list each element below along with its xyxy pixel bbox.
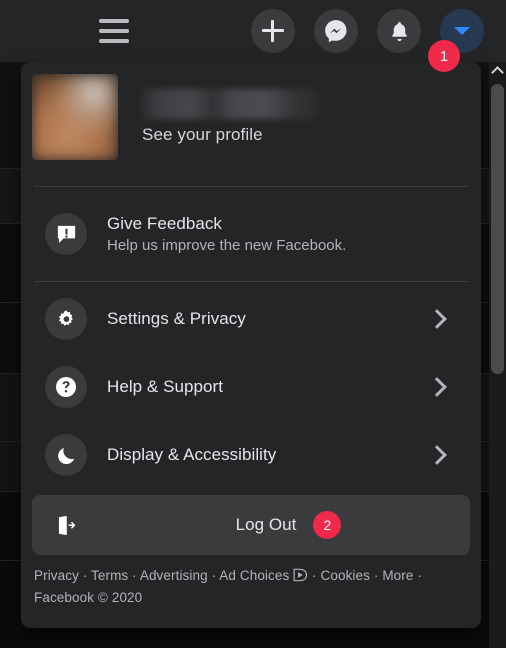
- menu-item-log-out[interactable]: Log Out 2: [32, 495, 470, 555]
- feedback-labels: Give Feedback Help us improve the new Fa…: [107, 214, 470, 254]
- footer-sep-4: ·: [308, 568, 321, 583]
- moon-icon-wrapper: [45, 434, 87, 476]
- feedback-speech-bubble-icon-wrapper: [45, 213, 87, 255]
- footer-link-privacy[interactable]: Privacy: [34, 568, 79, 583]
- footer-link-advertising[interactable]: Advertising: [140, 568, 208, 583]
- feedback-speech-bubble-icon: [57, 225, 75, 242]
- chevron-right-icon: [426, 376, 448, 398]
- adchoices-triangle-icon: [293, 568, 308, 582]
- menu-item-display-accessibility[interactable]: Display & Accessibility: [32, 427, 470, 483]
- display-labels: Display & Accessibility: [107, 445, 426, 465]
- screen: 1 See your profile Give Feedback Help us…: [0, 0, 506, 648]
- profile-row[interactable]: See your profile: [32, 74, 470, 160]
- plus-icon: [262, 20, 284, 42]
- hamburger-bar-3: [99, 39, 129, 43]
- divider-2: [34, 281, 468, 282]
- give-feedback-title: Give Feedback: [107, 214, 222, 233]
- profile-text: See your profile: [142, 89, 319, 145]
- moon-icon: [57, 447, 74, 464]
- footer-link-ad-choices[interactable]: Ad Choices: [219, 568, 289, 583]
- menu-item-give-feedback[interactable]: Give Feedback Help us improve the new Fa…: [32, 196, 470, 272]
- scroll-up-arrow-icon[interactable]: [489, 62, 506, 79]
- logout-door-arrow-icon-wrapper: [45, 504, 87, 546]
- footer-copyright: Facebook © 2020: [34, 589, 143, 605]
- hamburger-bar-2: [99, 29, 129, 33]
- see-your-profile-label: See your profile: [142, 125, 263, 144]
- footer-sep-5: ·: [370, 568, 383, 583]
- footer-sep-6: ·: [413, 568, 422, 583]
- messenger-button[interactable]: [314, 9, 358, 53]
- scrollbar-top-filler: [489, 0, 506, 62]
- settings-labels: Settings & Privacy: [107, 309, 426, 329]
- footer-sep-3: ·: [207, 568, 220, 583]
- menu-item-help-support[interactable]: Help & Support: [32, 359, 470, 415]
- hamburger-menu-icon[interactable]: [92, 14, 136, 48]
- log-out-step-badge: 2: [313, 511, 342, 539]
- account-notification-badge: 1: [428, 40, 460, 72]
- display-accessibility-title: Display & Accessibility: [107, 445, 277, 464]
- account-dropdown-menu: See your profile Give Feedback Help us i…: [21, 62, 481, 628]
- notifications-button[interactable]: [377, 9, 421, 53]
- chevron-right-icon: [426, 444, 448, 466]
- hamburger-bar-1: [99, 19, 129, 23]
- footer-links: Privacy · Terms · Advertising · Ad Choic…: [34, 565, 466, 609]
- logout-labels: Log Out 2: [107, 511, 470, 539]
- avatar: [32, 74, 118, 160]
- help-support-title: Help & Support: [107, 377, 223, 396]
- divider-1: [34, 186, 468, 187]
- question-mark-icon-wrapper: [45, 366, 87, 408]
- log-out-title: Log Out: [235, 515, 297, 534]
- create-button[interactable]: [251, 9, 295, 53]
- logout-door-arrow-icon: [58, 515, 75, 535]
- question-mark-icon: [56, 377, 76, 397]
- messenger-icon: [325, 20, 347, 43]
- menu-item-settings-privacy[interactable]: Settings & Privacy: [32, 291, 470, 347]
- help-labels: Help & Support: [107, 377, 426, 397]
- settings-privacy-title: Settings & Privacy: [107, 309, 246, 328]
- chevron-down-icon: [454, 27, 470, 35]
- footer-link-terms[interactable]: Terms: [91, 568, 128, 583]
- scrollbar-thumb[interactable]: [491, 84, 504, 374]
- bell-icon: [391, 21, 407, 41]
- footer-sep-1: ·: [78, 568, 92, 583]
- footer-link-cookies[interactable]: Cookies: [321, 568, 370, 583]
- footer-sep-2: ·: [128, 568, 140, 583]
- footer-link-more[interactable]: More: [382, 568, 413, 583]
- profile-name-redacted: [142, 89, 319, 119]
- gear-icon: [58, 309, 73, 326]
- chevron-right-icon: [426, 308, 448, 330]
- avatar-image: [32, 74, 118, 160]
- give-feedback-subtitle: Help us improve the new Facebook.: [107, 237, 347, 254]
- gear-icon-wrapper: [45, 298, 87, 340]
